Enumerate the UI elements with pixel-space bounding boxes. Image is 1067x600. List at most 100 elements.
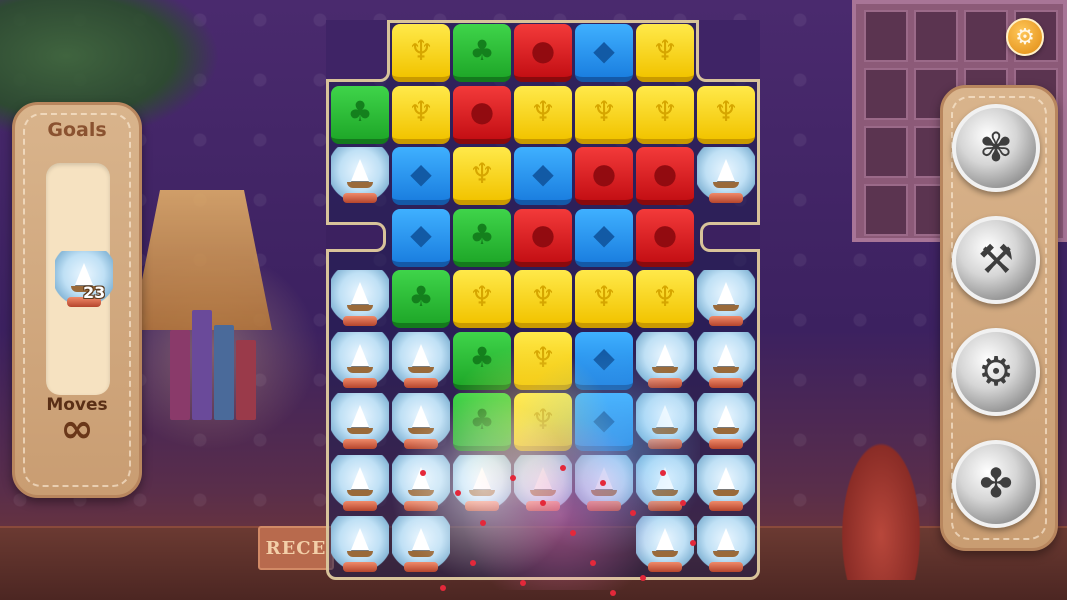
- snow-globe-icon: [656, 405, 674, 427]
- goals-panel: Goals 23 Moves ∞: [12, 102, 142, 498]
- duck-icon: ♆: [530, 402, 556, 436]
- tile-yellow[interactable]: ♆: [575, 270, 633, 328]
- tile-snow-globe[interactable]: [331, 147, 389, 205]
- tile-yellow[interactable]: ♆: [514, 393, 572, 451]
- tile-snow-globe[interactable]: [453, 454, 511, 513]
- tile-snow-globe[interactable]: [392, 454, 450, 513]
- tile-yellow[interactable]: ♆: [697, 85, 755, 144]
- tile-yellow[interactable]: ♆: [514, 85, 572, 144]
- tile-snow-globe[interactable]: [697, 331, 755, 390]
- snow-globe-icon: [717, 343, 735, 366]
- tile-green[interactable]: ♣: [453, 393, 511, 451]
- tile-green[interactable]: ♣: [453, 208, 511, 267]
- telephone-decoration: [836, 430, 926, 580]
- tile-blue[interactable]: ◆: [392, 147, 450, 205]
- tile-green[interactable]: ♣: [453, 331, 511, 390]
- tile-blue[interactable]: ◆: [514, 147, 572, 205]
- tile-yellow[interactable]: ♆: [575, 85, 633, 144]
- cactus-icon: ♣: [469, 402, 495, 436]
- tile-snow-globe[interactable]: [636, 516, 694, 574]
- reception-sign-text: RECE: [265, 537, 327, 559]
- tile-yellow[interactable]: ♆: [392, 85, 450, 144]
- tile-red[interactable]: ●: [514, 208, 572, 267]
- goal-snow-globe-icon: [55, 251, 113, 309]
- snow-globe-icon: [351, 528, 369, 550]
- moves-label: Moves: [46, 395, 108, 415]
- tile-blue[interactable]: ◆: [392, 208, 450, 267]
- tile-red[interactable]: ●: [514, 24, 572, 82]
- petal-particle: [540, 500, 546, 506]
- tile-yellow[interactable]: ♆: [636, 24, 694, 82]
- tile-yellow[interactable]: ♆: [392, 24, 450, 82]
- snow-globe-icon: [717, 282, 735, 304]
- tile-snow-globe[interactable]: [331, 270, 389, 328]
- tile-blue[interactable]: ◆: [575, 393, 633, 451]
- tile-blue[interactable]: ◆: [575, 24, 633, 82]
- settings-button[interactable]: ⚙: [1006, 18, 1044, 56]
- apple-icon: ●: [530, 33, 556, 67]
- booster-feather-duster-button[interactable]: ✾: [952, 104, 1040, 192]
- snow-globe-icon: [351, 405, 369, 427]
- booster-vacuum-button[interactable]: ⚙: [952, 328, 1040, 416]
- tile-yellow[interactable]: ♆: [453, 147, 511, 205]
- petal-particle: [630, 510, 636, 516]
- petal-particle: [600, 480, 606, 486]
- petal-particle: [660, 470, 666, 476]
- snow-globe-icon: [717, 528, 735, 550]
- tile-green[interactable]: ♣: [331, 85, 389, 144]
- petal-particle: [480, 520, 486, 526]
- booster-toolbox-button[interactable]: ⚒: [952, 216, 1040, 304]
- tile-snow-globe[interactable]: [392, 393, 450, 451]
- booster-fan-button[interactable]: ✤: [952, 440, 1040, 528]
- petal-particle: [680, 500, 686, 506]
- tile-snow-globe[interactable]: [697, 147, 755, 205]
- tile-yellow[interactable]: ♆: [453, 270, 511, 328]
- tile-snow-globe[interactable]: [392, 331, 450, 390]
- tile-snow-globe[interactable]: [636, 393, 694, 451]
- tile-red[interactable]: ●: [575, 147, 633, 205]
- tile-snow-globe[interactable]: [697, 454, 755, 513]
- tile-snow-globe[interactable]: [392, 516, 450, 574]
- tile-red[interactable]: ●: [453, 85, 511, 144]
- petal-particle: [690, 540, 696, 546]
- tile-snow-globe[interactable]: [331, 454, 389, 513]
- petal-particle: [440, 585, 446, 591]
- cactus-icon: ♣: [408, 279, 434, 313]
- duck-icon: ♆: [408, 33, 434, 67]
- tile-green[interactable]: ♣: [453, 24, 511, 82]
- tile-snow-globe[interactable]: [697, 393, 755, 451]
- tile-red[interactable]: ●: [636, 208, 694, 267]
- toolbox-icon: ⚒: [978, 237, 1014, 283]
- tile-snow-globe[interactable]: [331, 331, 389, 390]
- snow-globe-icon: [717, 466, 735, 489]
- whale-icon: ◆: [410, 218, 432, 251]
- tile-blue[interactable]: ◆: [575, 331, 633, 390]
- tile-red[interactable]: ●: [636, 147, 694, 205]
- tile-blue[interactable]: ◆: [575, 208, 633, 267]
- duck-icon: ♆: [591, 95, 617, 128]
- tile-yellow[interactable]: ♆: [636, 85, 694, 144]
- moves-value: ∞: [60, 406, 94, 452]
- goal-count: 23: [83, 283, 106, 302]
- reception-sign: RECE: [258, 526, 334, 570]
- petal-particle: [640, 575, 646, 581]
- tile-snow-globe[interactable]: [636, 331, 694, 390]
- petal-particle: [520, 580, 526, 586]
- tile-yellow[interactable]: ♆: [636, 270, 694, 328]
- tile-yellow[interactable]: ♆: [514, 331, 572, 390]
- petal-particle: [560, 465, 566, 471]
- duck-icon: ♆: [591, 279, 617, 313]
- snow-globe-icon: [534, 466, 552, 489]
- tile-snow-globe[interactable]: [331, 516, 389, 574]
- tile-snow-globe[interactable]: [331, 393, 389, 451]
- gear-icon: ⚙: [1015, 24, 1035, 50]
- tile-snow-globe[interactable]: [697, 516, 755, 574]
- tile-yellow[interactable]: ♆: [514, 270, 572, 328]
- whale-icon: ◆: [593, 33, 615, 67]
- snow-globe-icon: [351, 343, 369, 366]
- petal-particle: [610, 590, 616, 596]
- duck-icon: ♆: [530, 279, 556, 313]
- tile-green[interactable]: ♣: [392, 270, 450, 328]
- tile-snow-globe[interactable]: [697, 270, 755, 328]
- goals-slot: [46, 163, 110, 395]
